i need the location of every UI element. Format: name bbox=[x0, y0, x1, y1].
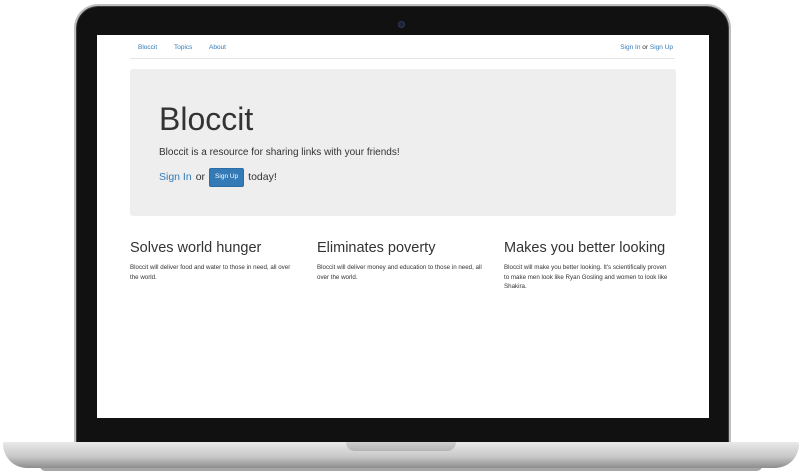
sign-up-button[interactable]: Sign Up bbox=[209, 168, 245, 187]
jumbotron-sign-in-link[interactable]: Sign In bbox=[159, 171, 192, 183]
feature-text: Bloccit will make you better looking. It… bbox=[504, 263, 668, 291]
camera-icon bbox=[398, 21, 405, 28]
feature-heading: Solves world hunger bbox=[130, 240, 262, 256]
jumbotron-lead: Bloccit is a resource for sharing links … bbox=[159, 147, 400, 158]
feature-column-hunger: Solves world hunger Bloccit will deliver… bbox=[130, 240, 295, 282]
jumbotron-actions: Sign In or Sign Up today! bbox=[159, 168, 277, 187]
nav-link-about[interactable]: About bbox=[209, 44, 226, 51]
browser-screen: Bloccit Topics About Sign In or Sign Up … bbox=[97, 35, 709, 418]
feature-column-poverty: Eliminates poverty Bloccit will deliver … bbox=[317, 240, 482, 282]
feature-heading: Makes you better looking bbox=[504, 240, 666, 256]
nav-auth: Sign In or Sign Up bbox=[620, 44, 673, 51]
nav-link-topics[interactable]: Topics bbox=[174, 44, 192, 51]
laptop-notch bbox=[346, 442, 456, 451]
page-title: Bloccit bbox=[159, 101, 254, 137]
feature-text: Bloccit will deliver money and education… bbox=[317, 263, 482, 281]
feature-column-looks: Makes you better looking Bloccit will ma… bbox=[504, 240, 669, 292]
jumbotron: Bloccit Bloccit is a resource for sharin… bbox=[130, 69, 676, 216]
navbar: Bloccit Topics About Sign In or Sign Up bbox=[130, 35, 675, 59]
jumbotron-today-text: today! bbox=[248, 171, 277, 184]
feature-heading: Eliminates poverty bbox=[317, 240, 436, 256]
nav-link-bloccit[interactable]: Bloccit bbox=[138, 44, 157, 51]
feature-text: Bloccit will deliver food and water to t… bbox=[130, 263, 291, 281]
nav-or-text: or bbox=[642, 44, 649, 51]
nav-sign-in-link[interactable]: Sign In bbox=[620, 44, 640, 51]
nav-sign-up-link[interactable]: Sign Up bbox=[650, 44, 673, 51]
jumbotron-or-text: or bbox=[195, 171, 206, 184]
